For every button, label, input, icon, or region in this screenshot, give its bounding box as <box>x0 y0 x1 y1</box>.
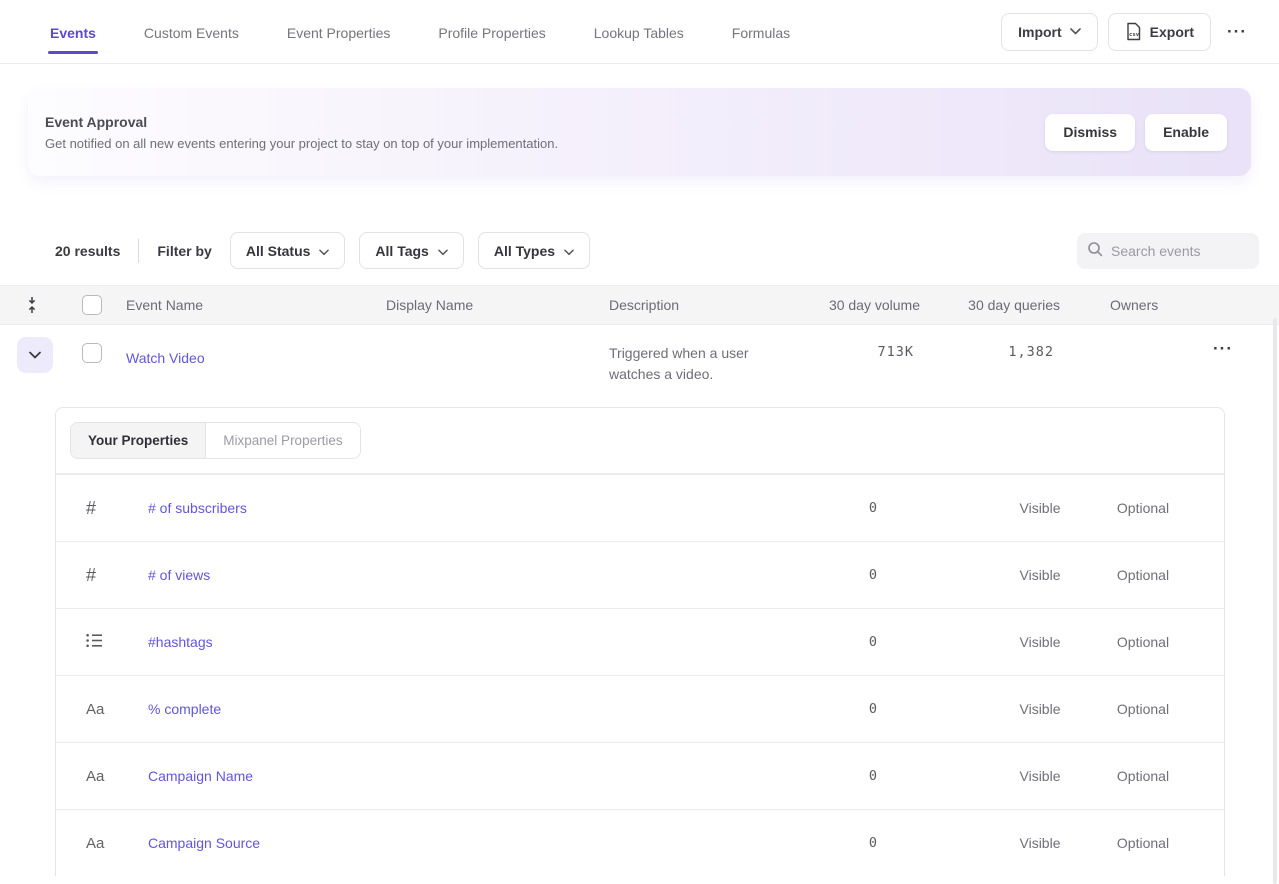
nav-tabs: Events Custom Events Event Properties Pr… <box>48 3 1001 60</box>
event-queries: 1,382 <box>920 337 1060 360</box>
property-name-link[interactable]: # of subscribers <box>148 500 247 516</box>
property-row: # # of views 0 Visible Optional <box>56 541 1224 608</box>
number-type-icon: # <box>86 498 148 519</box>
status-filter-dropdown[interactable]: All Status <box>230 232 346 269</box>
search-box <box>1077 233 1259 269</box>
property-name-link[interactable]: # of views <box>148 567 210 583</box>
text-type-icon: Aa <box>86 701 148 718</box>
list-type-icon <box>86 633 148 652</box>
properties-tabs-wrap: Your Properties Mixpanel Properties <box>56 408 1224 474</box>
property-visibility: Visible <box>992 701 1088 717</box>
results-count: 20 results <box>55 243 120 259</box>
column-header-queries: 30 day queries <box>920 297 1060 313</box>
properties-panel: Your Properties Mixpanel Properties # # … <box>55 407 1225 876</box>
tab-mixpanel-properties[interactable]: Mixpanel Properties <box>206 423 359 458</box>
chevron-down-icon <box>1070 28 1081 35</box>
column-header-description: Description <box>609 297 800 313</box>
types-filter-dropdown[interactable]: All Types <box>478 232 590 269</box>
filter-by-label: Filter by <box>157 243 211 259</box>
dismiss-button[interactable]: Dismiss <box>1045 114 1135 151</box>
property-visibility: Visible <box>992 500 1088 516</box>
property-row: Aa Campaign Name 0 Visible Optional <box>56 742 1224 809</box>
property-row: #hashtags 0 Visible Optional <box>56 608 1224 675</box>
column-header-event-name: Event Name <box>126 297 386 313</box>
row-checkbox[interactable] <box>82 343 102 363</box>
property-count: 0 <box>778 634 878 650</box>
events-table-header: Event Name Display Name Description 30 d… <box>0 285 1279 325</box>
property-visibility: Visible <box>992 567 1088 583</box>
status-filter-label: All Status <box>246 243 311 259</box>
collapse-row-button[interactable] <box>17 337 53 373</box>
property-name-link[interactable]: #hashtags <box>148 634 213 650</box>
nav-more-button[interactable]: ··· <box>1221 22 1253 42</box>
property-count: 0 <box>778 500 878 516</box>
tab-custom-events[interactable]: Custom Events <box>142 3 241 60</box>
column-header-volume: 30 day volume <box>800 297 920 313</box>
property-requirement: Optional <box>1088 768 1198 784</box>
banner-description: Get notified on all new events entering … <box>45 136 1045 151</box>
vertical-scrollbar[interactable] <box>1273 318 1277 884</box>
properties-tab-switcher: Your Properties Mixpanel Properties <box>70 422 361 459</box>
tab-lookup-tables[interactable]: Lookup Tables <box>592 3 686 60</box>
event-volume: 713K <box>800 337 920 360</box>
property-count: 0 <box>778 701 878 717</box>
tab-events[interactable]: Events <box>48 3 98 60</box>
property-name-link[interactable]: % complete <box>148 701 221 717</box>
property-requirement: Optional <box>1088 567 1198 583</box>
property-row: # # of subscribers 0 Visible Optional <box>56 474 1224 541</box>
property-count: 0 <box>778 768 878 784</box>
property-row: Aa % complete 0 Visible Optional <box>56 675 1224 742</box>
property-visibility: Visible <box>992 768 1088 784</box>
chevron-down-icon <box>564 243 574 259</box>
property-requirement: Optional <box>1088 500 1198 516</box>
chevron-down-icon <box>438 243 448 259</box>
text-type-icon: Aa <box>86 768 148 785</box>
property-count: 0 <box>778 567 878 583</box>
filter-toolbar: 20 results Filter by All Status All Tags… <box>55 232 1259 269</box>
tags-filter-label: All Tags <box>375 243 428 259</box>
banner-text: Event Approval Get notified on all new e… <box>45 114 1045 151</box>
search-input[interactable] <box>1111 243 1249 259</box>
event-row-watch-video: Watch Video Triggered when a user watche… <box>0 325 1279 407</box>
property-name-link[interactable]: Campaign Source <box>148 835 260 851</box>
banner-actions: Dismiss Enable <box>1045 114 1227 151</box>
import-button-label: Import <box>1018 24 1062 40</box>
event-name-link[interactable]: Watch Video <box>126 337 205 366</box>
event-approval-banner: Event Approval Get notified on all new e… <box>28 88 1251 176</box>
collapse-all-icon[interactable] <box>0 296 64 314</box>
import-button[interactable]: Import <box>1001 13 1098 51</box>
property-name-link[interactable]: Campaign Name <box>148 768 253 784</box>
text-type-icon: Aa <box>86 835 148 852</box>
property-visibility: Visible <box>992 835 1088 851</box>
tab-your-properties[interactable]: Your Properties <box>71 423 206 458</box>
tab-formulas[interactable]: Formulas <box>730 3 792 60</box>
svg-text:csv: csv <box>1129 32 1140 38</box>
property-requirement: Optional <box>1088 701 1198 717</box>
property-count: 0 <box>778 835 878 851</box>
tab-profile-properties[interactable]: Profile Properties <box>436 3 547 60</box>
number-type-icon: # <box>86 565 148 586</box>
search-icon <box>1087 241 1103 260</box>
property-visibility: Visible <box>992 634 1088 650</box>
top-navigation: Events Custom Events Event Properties Pr… <box>0 0 1279 64</box>
row-more-button[interactable]: ··· <box>1207 339 1239 359</box>
banner-title: Event Approval <box>45 114 1045 130</box>
column-header-owners: Owners <box>1060 297 1279 313</box>
csv-file-icon: csv <box>1125 22 1142 41</box>
nav-actions: Import csv Export ··· <box>1001 13 1253 51</box>
property-requirement: Optional <box>1088 835 1198 851</box>
column-header-display-name: Display Name <box>386 297 609 313</box>
enable-button[interactable]: Enable <box>1145 114 1227 151</box>
tab-event-properties[interactable]: Event Properties <box>285 3 393 60</box>
select-all-checkbox[interactable] <box>82 295 102 315</box>
divider <box>138 239 139 263</box>
export-button-label: Export <box>1150 24 1194 40</box>
event-description: Triggered when a user watches a video. <box>609 337 784 385</box>
types-filter-label: All Types <box>494 243 555 259</box>
tags-filter-dropdown[interactable]: All Tags <box>359 232 463 269</box>
export-button[interactable]: csv Export <box>1108 13 1211 51</box>
property-row: Aa Campaign Source 0 Visible Optional <box>56 809 1224 876</box>
property-requirement: Optional <box>1088 634 1198 650</box>
chevron-down-icon <box>319 243 329 259</box>
